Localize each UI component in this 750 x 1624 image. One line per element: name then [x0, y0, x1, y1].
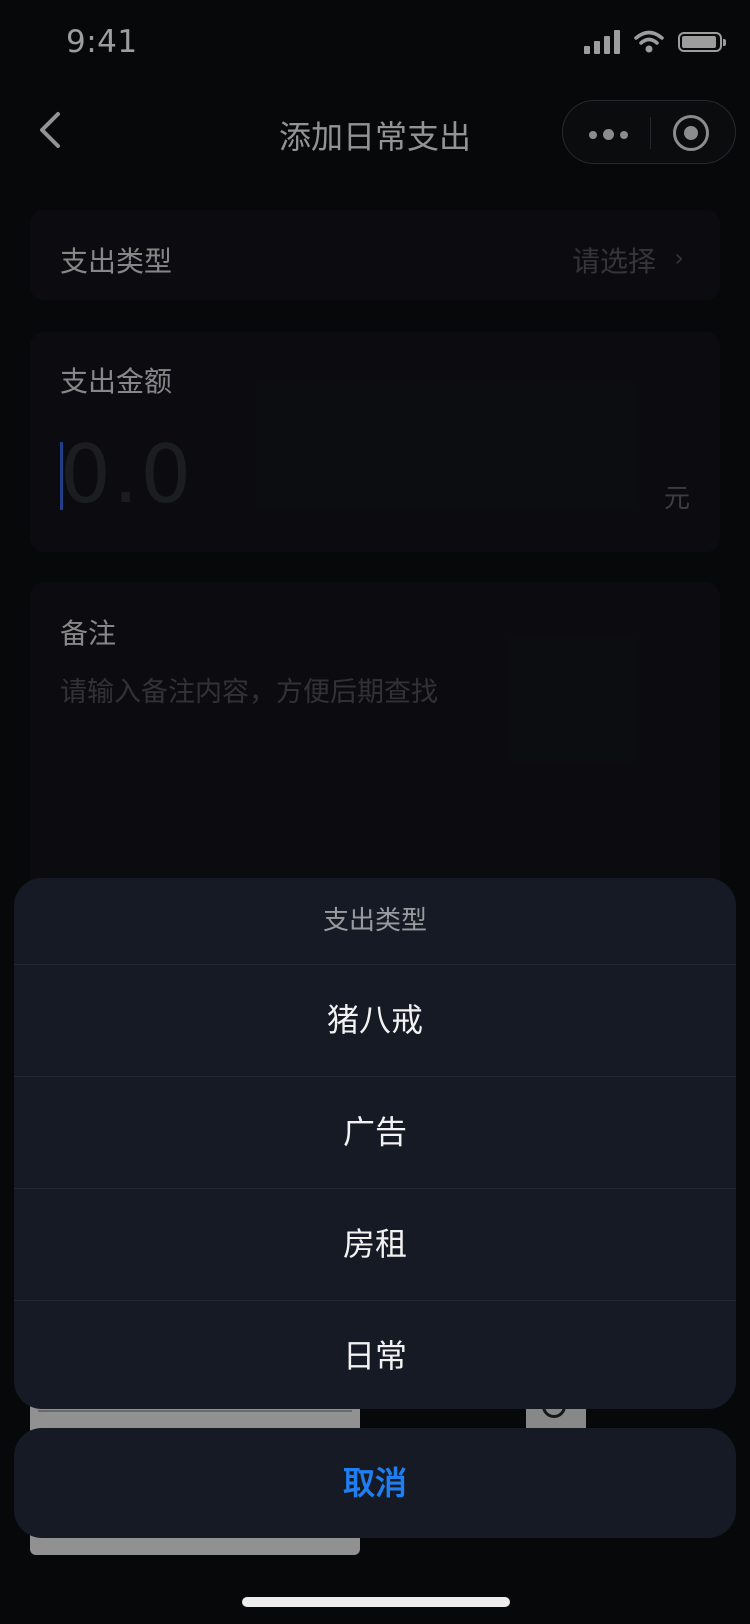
action-sheet-option[interactable]: 猪八戒 [14, 965, 736, 1077]
home-indicator [242, 1597, 510, 1607]
cancel-button[interactable]: 取消 [14, 1428, 736, 1538]
action-sheet-option[interactable]: 日常 [14, 1301, 736, 1409]
action-sheet-option[interactable]: 广告 [14, 1077, 736, 1189]
action-sheet-title: 支出类型 [14, 878, 736, 965]
action-sheet: 支出类型 猪八戒 广告 房租 日常 [14, 878, 736, 1409]
action-sheet-option[interactable]: 房租 [14, 1189, 736, 1301]
